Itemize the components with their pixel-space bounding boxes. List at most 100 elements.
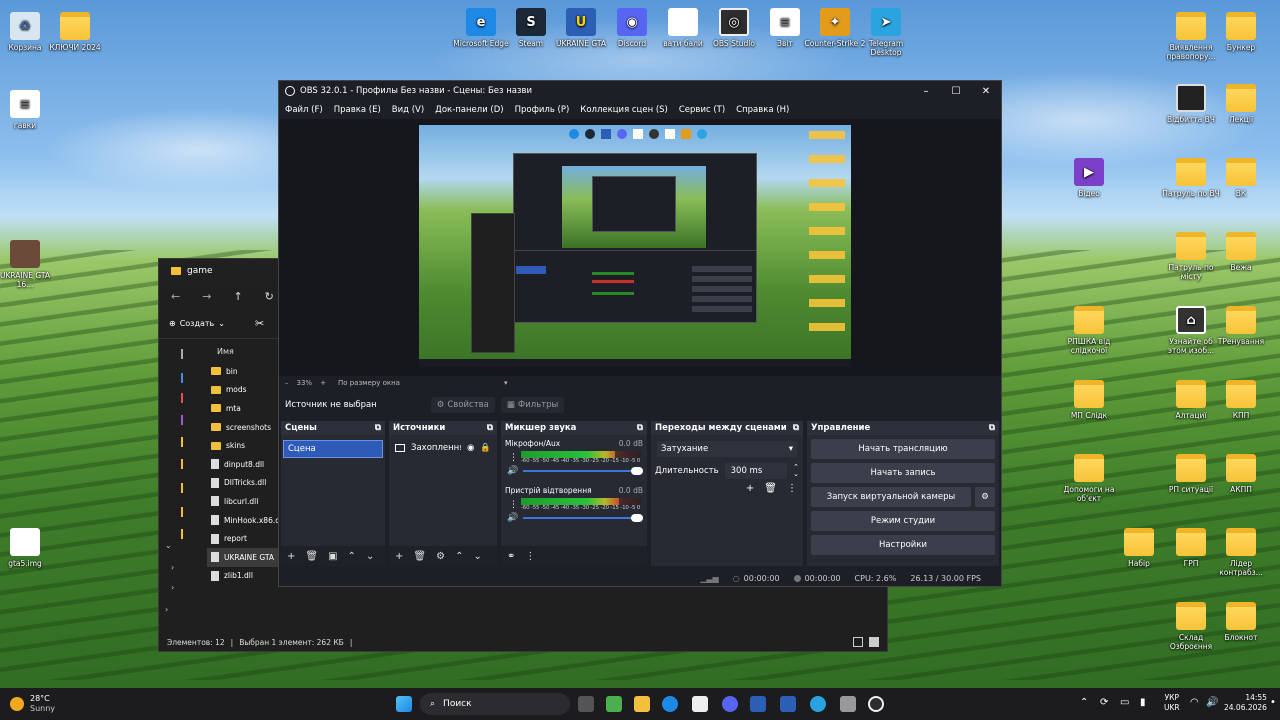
desktop-icon-right-6[interactable]: ВК	[1210, 158, 1272, 198]
file-row[interactable]: MinHook.x86.dll	[207, 511, 284, 530]
move-up-icon[interactable]: ⌃	[455, 551, 463, 562]
zoom-in-icon[interactable]: +	[320, 379, 326, 387]
move-down-icon[interactable]: ⌄	[366, 551, 374, 562]
taskbar-search[interactable]: ⌕ Поиск	[420, 693, 570, 715]
start-recording-button[interactable]: Начать запись	[811, 463, 995, 483]
desktop-icon-right-3[interactable]: Лекції	[1210, 84, 1272, 124]
preview-canvas[interactable]	[419, 125, 851, 367]
kebab-menu-icon[interactable]: ⋮	[525, 551, 535, 562]
kebab-menu-icon[interactable]: ⋮	[509, 453, 518, 463]
menu-help[interactable]: Справка (H)	[736, 105, 789, 115]
obs-taskbar-icon[interactable]	[868, 696, 884, 712]
create-button[interactable]: ⊕ Создать ⌄	[169, 319, 225, 328]
chevron-right-icon[interactable]: ›	[171, 583, 174, 592]
desktop-icon-keys-folder[interactable]: КЛЮЧИ 2024	[44, 12, 106, 52]
start-virtual-camera-button[interactable]: Запуск виртуальной камеры	[811, 487, 971, 507]
file-row[interactable]: zlib1.dll	[207, 567, 279, 586]
chevron-up-icon[interactable]: ⌃	[1080, 697, 1088, 708]
chevron-down-icon[interactable]: ⌄	[165, 541, 172, 550]
desktop-icon-right-8[interactable]: Вежа	[1210, 232, 1272, 272]
properties-button[interactable]: ⚙ Свойства	[430, 397, 495, 413]
kebab-menu-icon[interactable]: ⋮	[787, 483, 797, 494]
undock-icon[interactable]: ⧉	[637, 423, 643, 433]
lock-icon[interactable]: 🔒	[480, 443, 491, 453]
file-row[interactable]: dinput8.dll	[207, 455, 279, 474]
volume-icon[interactable]: 🔊	[1206, 697, 1218, 708]
tiles-view-icon[interactable]	[869, 637, 879, 647]
menu-profile[interactable]: Профиль (P)	[515, 105, 570, 115]
speaker-icon[interactable]: 🔊	[507, 466, 518, 476]
maximize-icon[interactable]: ☐	[941, 81, 971, 101]
refresh-icon[interactable]: ↻	[265, 290, 274, 303]
move-up-icon[interactable]: ⌃	[348, 551, 356, 562]
notification-icon[interactable]: •	[1270, 697, 1276, 708]
file-explorer-taskbar-icon[interactable]	[634, 696, 650, 712]
add-icon[interactable]: +	[287, 551, 295, 562]
column-header-name[interactable]: Имя	[207, 347, 279, 356]
store-icon[interactable]	[692, 696, 708, 712]
minimize-icon[interactable]: –	[911, 81, 941, 101]
spin-arrows-icon[interactable]: ⌃ ⌄	[793, 464, 799, 478]
file-row[interactable]: DllTricks.dll	[207, 474, 279, 493]
windows-start-icon[interactable]	[396, 696, 412, 712]
desktop-icon-ukraine-gta-16[interactable]: UKRAINE GTA 16...	[0, 240, 56, 289]
file-row[interactable]: report	[207, 529, 279, 548]
file-row[interactable]: UKRAINE GTA	[207, 547, 279, 567]
trash-icon[interactable]: 🗑	[413, 551, 426, 562]
speaker-icon[interactable]: 🔊	[507, 513, 518, 523]
file-row[interactable]: mods	[207, 381, 279, 400]
desktop-icon-right-20[interactable]: Лідер контрабз...	[1210, 528, 1272, 577]
close-icon[interactable]: ✕	[971, 81, 1001, 101]
kebab-menu-icon[interactable]: ⋮	[509, 500, 518, 510]
desktop-icon-right-4[interactable]: ▶ Відео	[1058, 158, 1120, 198]
zoom-out-icon[interactable]: –	[285, 379, 289, 387]
zoom-fit-select[interactable]: По размеру окна	[338, 379, 400, 387]
add-icon[interactable]: +	[746, 483, 754, 494]
menu-scene-collection[interactable]: Коллекция сцен (S)	[580, 105, 668, 115]
forward-arrow-icon[interactable]: →	[202, 290, 211, 303]
network-icon[interactable]: ⟳	[1100, 697, 1108, 708]
back-arrow-icon[interactable]: ←	[171, 290, 180, 303]
settings-taskbar-icon[interactable]	[840, 696, 856, 712]
ukraine-gta-taskbar-icon-2[interactable]	[780, 696, 796, 712]
desktop-icon-right-17[interactable]: АКПП	[1210, 454, 1272, 494]
trash-icon[interactable]: 🗑	[764, 483, 777, 494]
widgets-icon[interactable]	[606, 696, 622, 712]
desktop-icon-right-1[interactable]: Бункер	[1210, 12, 1272, 52]
gear-icon[interactable]: ⚙	[436, 551, 445, 562]
settings-button[interactable]: Настройки	[811, 535, 995, 555]
filters-button[interactable]: ▦ Фильтры	[500, 397, 565, 413]
transition-type-select[interactable]: Затухание ▾	[657, 441, 797, 457]
desktop-icon-right-11[interactable]: ТРенування	[1210, 306, 1272, 346]
weather-widget[interactable]: 28°C Sunny	[10, 694, 55, 714]
trash-icon[interactable]: 🗑	[305, 551, 318, 562]
menu-edit[interactable]: Правка (E)	[334, 105, 381, 115]
up-arrow-icon[interactable]: ↑	[233, 290, 242, 303]
file-row[interactable]: screenshots	[207, 418, 279, 437]
source-item[interactable]: Захоплення ◉ 🔒	[395, 441, 491, 455]
edge-taskbar-icon[interactable]	[662, 696, 678, 712]
menu-file[interactable]: Файл (F)	[285, 105, 323, 115]
details-view-icon[interactable]	[853, 637, 863, 647]
file-row[interactable]: skins	[207, 436, 279, 455]
desktop-icon-gavki[interactable]: ≡ гавки	[0, 90, 56, 130]
desktop-icon-right-9[interactable]: РПШКА від слідкочої	[1058, 306, 1120, 355]
preview-area[interactable]	[279, 119, 1001, 376]
filter-icon[interactable]: ▣	[328, 551, 337, 562]
undock-icon[interactable]: ⧉	[487, 423, 493, 433]
chevron-right-icon[interactable]: ›	[171, 563, 174, 572]
desktop-icon-gta5-img[interactable]: gta5.img	[0, 528, 56, 568]
menu-view[interactable]: Вид (V)	[392, 105, 424, 115]
start-streaming-button[interactable]: Начать трансляцию	[811, 439, 995, 459]
duration-spinbox[interactable]: 300 ms	[724, 463, 788, 479]
volume-slider[interactable]	[523, 467, 643, 475]
volume-slider[interactable]	[523, 514, 643, 522]
menu-tools[interactable]: Сервис (T)	[679, 105, 725, 115]
language-indicator[interactable]: УКР UKR	[1164, 693, 1180, 713]
display-icon[interactable]: ▭	[1120, 697, 1129, 708]
desktop-icon-right-22[interactable]: Блокнот	[1210, 602, 1272, 642]
add-icon[interactable]: +	[395, 551, 403, 562]
file-row[interactable]: libcurl.dll	[207, 492, 279, 511]
desktop-icon-right-12[interactable]: МП Слідк	[1058, 380, 1120, 420]
chevron-right-icon[interactable]: ›	[165, 605, 168, 614]
